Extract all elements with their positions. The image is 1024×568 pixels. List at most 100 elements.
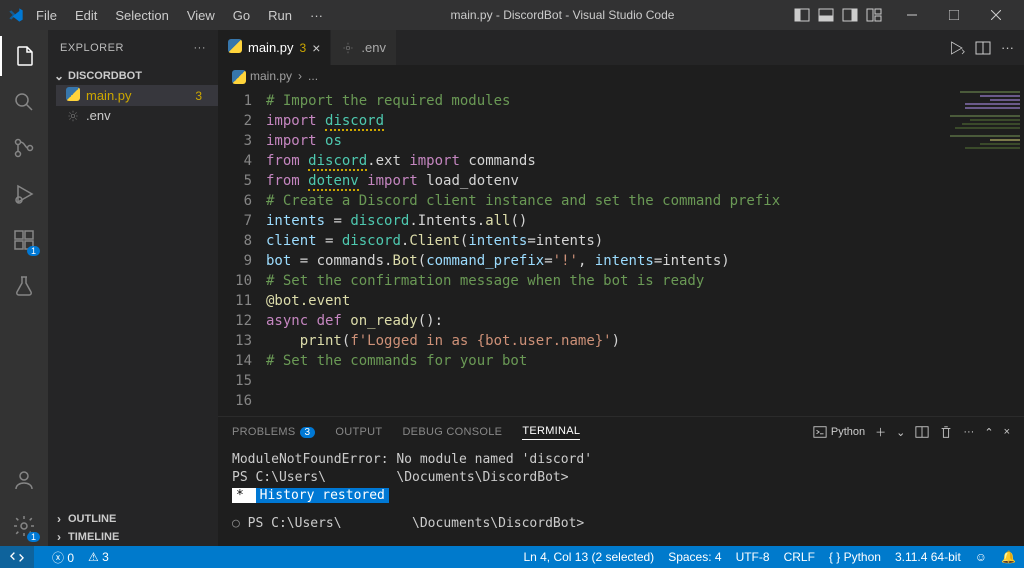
status-interpreter[interactable]: 3.11.4 64-bit xyxy=(895,550,961,564)
status-cursor[interactable]: Ln 4, Col 13 (2 selected) xyxy=(523,550,654,564)
extensions-badge: 1 xyxy=(27,246,40,256)
status-bell-icon[interactable]: 🔔 xyxy=(1001,550,1016,564)
terminal-line: ○ PS C:\Users\ \Documents\DiscordBot> xyxy=(232,515,1010,533)
breadcrumb-sep: › xyxy=(298,69,302,83)
maximize-button[interactable] xyxy=(934,0,974,30)
outline-label: OUTLINE xyxy=(68,513,116,525)
split-terminal-icon[interactable] xyxy=(915,425,929,439)
panel-more-icon[interactable]: ··· xyxy=(963,426,974,438)
breadcrumb-more: ... xyxy=(308,69,318,83)
terminal[interactable]: ModuleNotFoundError: No module named 'di… xyxy=(218,447,1024,546)
activity-search[interactable] xyxy=(0,82,48,122)
status-language[interactable]: { } Python xyxy=(829,550,881,564)
panel-tabs: PROBLEMS3 OUTPUT DEBUG CONSOLE TERMINAL … xyxy=(218,417,1024,447)
sidebar: EXPLORER ··· ⌄ DISCORDBOT main.py 3 .env xyxy=(48,30,218,546)
status-warnings[interactable]: ⚠ 3 xyxy=(88,550,109,564)
terminal-line: * History restored xyxy=(232,487,1010,505)
tab-main-py[interactable]: main.py 3 × xyxy=(218,30,331,65)
explorer-title: EXPLORER xyxy=(60,42,124,54)
activity-extensions[interactable]: 1 xyxy=(0,220,48,260)
activity-debug[interactable] xyxy=(0,174,48,214)
tab-label: main.py xyxy=(248,40,294,55)
status-feedback-icon[interactable]: ☺ xyxy=(975,550,987,564)
python-file-icon xyxy=(228,39,242,56)
file-label: main.py xyxy=(86,88,132,103)
run-icon[interactable] xyxy=(947,39,965,57)
timeline-label: TIMELINE xyxy=(68,531,119,543)
code-content[interactable]: # Import the required modulesimport disc… xyxy=(266,87,944,416)
breadcrumb[interactable]: main.py › ... xyxy=(218,65,1024,87)
menu-run[interactable]: Run xyxy=(260,4,300,27)
menu-more[interactable]: ··· xyxy=(302,4,331,27)
chevron-right-icon: › xyxy=(52,512,66,526)
terminal-line: PS C:\Users\ \Documents\DiscordBot> xyxy=(232,469,1010,487)
tab-env[interactable]: .env xyxy=(331,30,397,65)
menu-go[interactable]: Go xyxy=(225,4,258,27)
window-title: main.py - DiscordBot - Visual Studio Cod… xyxy=(331,8,794,22)
menu-selection[interactable]: Selection xyxy=(107,4,176,27)
code-editor[interactable]: 12345678910111213141516 # Import the req… xyxy=(218,87,1024,416)
tab-warning-count: 3 xyxy=(300,41,307,55)
trash-icon[interactable] xyxy=(939,425,953,439)
status-spaces[interactable]: Spaces: 4 xyxy=(668,550,721,564)
statusbar: ⓧ 0 ⚠ 3 Ln 4, Col 13 (2 selected) Spaces… xyxy=(0,546,1024,568)
menu-view[interactable]: View xyxy=(179,4,223,27)
status-errors[interactable]: ⓧ 0 xyxy=(52,549,74,566)
toggle-panel-right-icon[interactable] xyxy=(842,7,858,23)
minimize-button[interactable] xyxy=(892,0,932,30)
file-main-py[interactable]: main.py 3 xyxy=(56,85,218,106)
activity-explorer[interactable] xyxy=(0,36,48,76)
gear-icon xyxy=(66,109,80,123)
terminal-line: ModuleNotFoundError: No module named 'di… xyxy=(232,451,1010,469)
terminal-dropdown-icon[interactable]: ⌄ xyxy=(896,426,905,439)
minimap[interactable] xyxy=(944,87,1024,416)
project-root[interactable]: ⌄ DISCORDBOT xyxy=(48,67,218,85)
gear-icon xyxy=(341,41,355,55)
maximize-panel-icon[interactable]: ⌃ xyxy=(984,426,993,439)
file-label: .env xyxy=(86,108,111,123)
breadcrumb-file: main.py xyxy=(250,69,292,83)
panel-tab-terminal[interactable]: TERMINAL xyxy=(522,425,580,440)
close-button[interactable] xyxy=(976,0,1016,30)
window-controls xyxy=(892,0,1016,30)
status-encoding[interactable]: UTF-8 xyxy=(736,550,770,564)
activity-testing[interactable] xyxy=(0,266,48,306)
file-env[interactable]: .env xyxy=(56,106,218,125)
line-gutter: 12345678910111213141516 xyxy=(218,87,266,416)
new-terminal-icon[interactable]: ＋ xyxy=(875,424,886,440)
toggle-panel-bottom-icon[interactable] xyxy=(818,7,834,23)
toggle-panel-left-icon[interactable] xyxy=(794,7,810,23)
layout-controls xyxy=(794,7,882,23)
panel-tab-output[interactable]: OUTPUT xyxy=(335,426,382,438)
panel-tab-problems[interactable]: PROBLEMS3 xyxy=(232,426,315,438)
python-file-icon xyxy=(66,87,80,104)
menu-edit[interactable]: Edit xyxy=(67,4,105,27)
editor-tabs: main.py 3 × .env ··· xyxy=(218,30,1024,65)
chevron-down-icon: ⌄ xyxy=(52,69,66,83)
remote-button[interactable] xyxy=(0,546,34,568)
editor-area: main.py 3 × .env ··· main.py › ... 12345… xyxy=(218,30,1024,546)
tab-label: .env xyxy=(361,40,386,55)
chevron-right-icon: › xyxy=(52,530,66,544)
activity-account[interactable] xyxy=(0,460,48,500)
explorer-more-icon[interactable]: ··· xyxy=(194,42,207,54)
activity-scm[interactable] xyxy=(0,128,48,168)
panel-tab-debug[interactable]: DEBUG CONSOLE xyxy=(402,426,502,438)
timeline-section[interactable]: ›TIMELINE xyxy=(48,528,218,546)
explorer-header: EXPLORER ··· xyxy=(48,30,218,65)
problems-badge: 3 xyxy=(300,427,316,438)
activity-settings[interactable]: 1 xyxy=(0,506,48,546)
customize-layout-icon[interactable] xyxy=(866,7,882,23)
close-panel-icon[interactable]: × xyxy=(1004,426,1010,438)
outline-section[interactable]: ›OUTLINE xyxy=(48,510,218,528)
status-eol[interactable]: CRLF xyxy=(784,550,815,564)
bottom-panel: PROBLEMS3 OUTPUT DEBUG CONSOLE TERMINAL … xyxy=(218,416,1024,546)
more-icon[interactable]: ··· xyxy=(1001,40,1014,55)
terminal-shell-select[interactable]: Python xyxy=(813,425,865,439)
close-icon[interactable]: × xyxy=(312,40,320,56)
split-editor-icon[interactable] xyxy=(975,40,991,56)
file-warning-count: 3 xyxy=(195,89,202,103)
settings-badge: 1 xyxy=(27,532,40,542)
titlebar: File Edit Selection View Go Run ··· main… xyxy=(0,0,1024,30)
menu-file[interactable]: File xyxy=(28,4,65,27)
